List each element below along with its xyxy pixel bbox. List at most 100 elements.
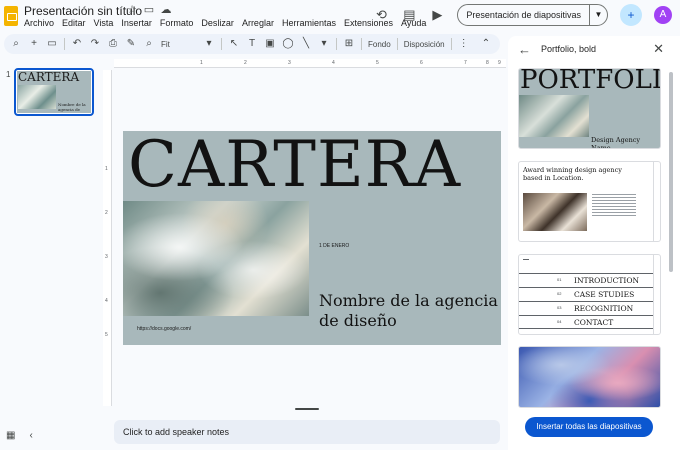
background-button[interactable]: Fondo [368, 40, 391, 49]
slide-thumbnail[interactable]: CARTERA Nombre de la agencia de diseño [14, 68, 94, 116]
version-history-icon[interactable]: ⟲ [373, 7, 389, 23]
thumbnail-subtitle: Nombre de la agencia de diseño [58, 102, 86, 113]
menu-editar[interactable]: Editar [62, 18, 86, 28]
paint-format-icon[interactable]: ✎ [125, 38, 137, 50]
comments-icon[interactable]: ▤ [401, 7, 417, 23]
contents-number: 03 [557, 305, 562, 310]
image-icon[interactable]: ▣ [264, 38, 276, 50]
notes-resize-handle[interactable] [295, 408, 319, 410]
contents-row: 02 CASE STUDIES [519, 287, 653, 301]
back-arrow-icon[interactable]: ← [518, 42, 531, 57]
slide-date[interactable]: 1 DE ENERO [319, 243, 349, 249]
new-slide-icon[interactable]: + [28, 38, 40, 50]
chevron-up-icon[interactable]: ⌃ [480, 38, 492, 50]
select-cursor-icon[interactable]: ↖ [228, 38, 240, 50]
move-folder-icon[interactable]: ▭ [143, 4, 155, 16]
template-slide-title[interactable]: PORTFOLIO Design Agency Name [518, 68, 661, 149]
thumbnail-canvas: CARTERA Nombre de la agencia de diseño [17, 71, 91, 113]
document-title[interactable]: Presentación sin título [24, 4, 142, 18]
contents-label: INTRODUCTION [574, 276, 640, 285]
slides-app: Presentación sin título ☆ ▭ ☁ Archivo Ed… [0, 0, 680, 450]
ruler-number: 4 [332, 60, 335, 66]
divider [221, 38, 222, 50]
ruler-number: 3 [288, 60, 291, 66]
star-icon[interactable]: ☆ [126, 4, 138, 16]
divider [653, 162, 654, 241]
insert-all-slides-button[interactable]: Insertar todas las diapositivas [525, 417, 653, 437]
ruler-number: 1 [105, 166, 108, 172]
cloud-status-icon[interactable]: ☁ [160, 4, 172, 16]
ruler-number: 1 [200, 60, 203, 66]
contents-label: CASE STUDIES [574, 290, 635, 299]
template-slide-about[interactable]: Award winning design agency based in Loc… [518, 161, 661, 242]
menu-arreglar[interactable]: Arreglar [242, 18, 274, 28]
contents-row: 03 RECOGNITION [519, 301, 653, 315]
meet-icon[interactable]: ▶ [429, 7, 445, 23]
ruler-number: 5 [105, 332, 108, 338]
divider [450, 38, 452, 50]
print-icon[interactable]: ⎙ [107, 38, 119, 50]
contents-row: 04 CONTACT [519, 315, 653, 329]
slideshow-label[interactable]: Presentación de diapositivas [458, 5, 589, 25]
ruler-number: 6 [420, 60, 423, 66]
contents-label: CONTACT [574, 318, 614, 327]
slide-image[interactable] [123, 201, 309, 316]
add-comment-icon[interactable]: ⊞ [343, 38, 355, 50]
ruler-number: 2 [105, 210, 108, 216]
menu-bar: Archivo Editar Vista Insertar Formato De… [24, 18, 426, 28]
ruler-number: 5 [376, 60, 379, 66]
template-image [523, 193, 587, 231]
header-actions: ⟲ ▤ ▶ Presentación de diapositivas ▼ + A [373, 4, 672, 26]
top-header: Presentación sin título ☆ ▭ ☁ Archivo Ed… [0, 0, 680, 32]
ruler-number: 4 [105, 298, 108, 304]
template-title: PORTFOLIO [520, 68, 660, 95]
collapse-filmstrip-icon[interactable]: ‹ [29, 430, 32, 441]
slide-title[interactable]: CARTERA [128, 131, 461, 202]
template-slide-image[interactable] [518, 346, 661, 408]
menu-herramientas[interactable]: Herramientas [282, 18, 336, 28]
chevron-down-icon[interactable]: ▼ [589, 5, 607, 25]
contents-label: RECOGNITION [574, 304, 634, 313]
vertical-ruler[interactable]: 1 2 3 4 5 [103, 70, 112, 406]
themes-panel: ← Portfolio, bold ✕ PORTFOLIO Design Age… [508, 36, 680, 450]
share-icon[interactable]: + [620, 4, 642, 26]
ruler-number: 2 [244, 60, 247, 66]
slideshow-button[interactable]: Presentación de diapositivas ▼ [457, 4, 608, 26]
panel-scrollbar[interactable] [669, 72, 673, 272]
chevron-down-icon[interactable]: ▾ [318, 38, 330, 50]
redo-icon[interactable]: ↷ [89, 38, 101, 50]
close-icon[interactable]: ✕ [653, 41, 664, 57]
slide-canvas[interactable]: CARTERA 1 DE ENERO Nombre de la agencia … [123, 131, 501, 345]
text-box-icon[interactable]: T [246, 38, 258, 50]
grid-view-icon[interactable]: ▦ [6, 430, 15, 441]
toolbar: ⌕ + ▭ ↶ ↷ ⎙ ✎ ⌕ Fit ▾ ↖ T ▣ ◯ ╲ ▾ ⊞ Fond… [4, 34, 500, 54]
search-icon[interactable]: ⌕ [10, 38, 22, 50]
slides-logo-icon[interactable] [4, 6, 18, 26]
horizontal-ruler[interactable]: 1 2 3 4 5 6 7 8 9 [114, 59, 506, 68]
divider [396, 38, 398, 50]
panel-title: Portfolio, bold [541, 44, 597, 54]
chevron-down-icon[interactable]: ▾ [203, 38, 215, 50]
shape-icon[interactable]: ◯ [282, 38, 294, 50]
menu-archivo[interactable]: Archivo [24, 18, 54, 28]
more-options-icon[interactable]: ⋮ [458, 38, 470, 50]
layout-picker-icon[interactable]: ▭ [46, 38, 58, 50]
layout-button[interactable]: Disposición [404, 40, 445, 49]
template-slide-contents[interactable]: 01 INTRODUCTION 02 CASE STUDIES 03 RECOG… [518, 254, 661, 335]
slide-agency-name[interactable]: Nombre de la agencia de diseño [319, 291, 499, 331]
zoom-select[interactable]: Fit [161, 40, 197, 49]
divider [336, 38, 337, 50]
divider [653, 255, 654, 334]
menu-vista[interactable]: Vista [94, 18, 114, 28]
thumbnail-image [18, 85, 56, 109]
menu-deslizar[interactable]: Deslizar [201, 18, 234, 28]
zoom-icon[interactable]: ⌕ [143, 38, 155, 50]
slide-url[interactable]: https://docs.google.com/ [137, 326, 191, 332]
undo-icon[interactable]: ↶ [71, 38, 83, 50]
line-icon[interactable]: ╲ [300, 38, 312, 50]
divider [64, 38, 65, 50]
speaker-notes[interactable]: Click to add speaker notes [114, 420, 500, 444]
avatar[interactable]: A [654, 6, 672, 24]
menu-insertar[interactable]: Insertar [121, 18, 152, 28]
menu-formato[interactable]: Formato [160, 18, 194, 28]
